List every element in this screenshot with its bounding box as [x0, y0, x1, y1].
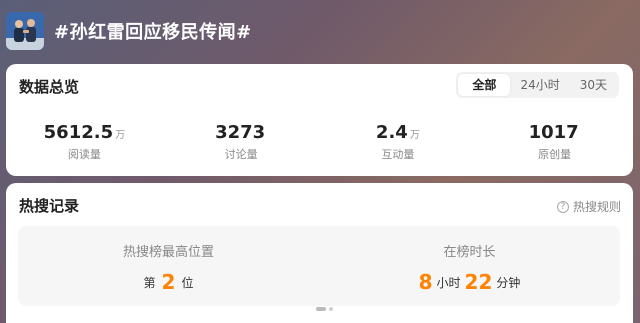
duration-hours: 8 [418, 270, 433, 294]
stat-interactions: 2.4 万 互动量 [320, 122, 477, 162]
hot-search-record-box: 热搜榜最高位置 第2位 在榜时长 8 小时 22 分钟 [18, 226, 620, 306]
stat-value: 1017 [476, 122, 633, 143]
stat-unit: 万 [115, 130, 126, 141]
data-overview-card: 数据总览 全部 24小时 30天 5612.5 万 阅读量 3273 讨论量 2.… [6, 64, 633, 176]
peak-position-label: 热搜榜最高位置 [122, 245, 214, 260]
overview-title: 数据总览 [19, 78, 80, 96]
pager-dot[interactable] [329, 307, 333, 311]
topic-header: #孙红雷回应移民传闻# [0, 0, 640, 64]
stat-originals: 1017 原创量 [476, 122, 633, 162]
duration-minutes: 22 [464, 270, 493, 294]
duration-on-list: 在榜时长 8 小时 22 分钟 [319, 226, 620, 306]
stat-value: 3273 [163, 122, 320, 143]
peak-position-value: 第2位 [18, 270, 319, 294]
tab-all[interactable]: 全部 [458, 74, 511, 96]
stats-row: 5612.5 万 阅读量 3273 讨论量 2.4 万 互动量 1017 原创量 [6, 122, 633, 162]
hot-search-card: 热搜记录 ? 热搜规则 热搜榜最高位置 第2位 在榜时长 8 小时 22 分钟 [6, 183, 633, 323]
stat-label: 原创量 [538, 148, 572, 161]
carousel-pager [316, 307, 333, 311]
time-range-tabs: 全部 24小时 30天 [456, 72, 619, 98]
pager-dot-active[interactable] [316, 307, 326, 311]
stat-number: 3273 [215, 122, 266, 143]
peak-prefix: 第 [143, 276, 156, 290]
stat-number: 1017 [528, 122, 579, 143]
hot-search-title: 热搜记录 [19, 197, 80, 215]
duration-label: 在榜时长 [443, 245, 496, 260]
peak-position: 热搜榜最高位置 第2位 [18, 226, 319, 306]
peak-rank: 2 [161, 270, 176, 294]
stat-value: 5612.5 万 [6, 122, 163, 143]
hours-unit: 小时 [436, 276, 461, 290]
minutes-unit: 分钟 [496, 276, 521, 290]
stat-number: 5612.5 [43, 122, 114, 143]
topic-thumbnail[interactable] [6, 12, 44, 50]
stat-label: 讨论量 [224, 148, 258, 161]
topic-photo-icon [6, 12, 44, 50]
stat-reads: 5612.5 万 阅读量 [6, 122, 163, 162]
stat-number: 2.4 [375, 122, 408, 143]
topic-title: #孙红雷回应移民传闻# [54, 22, 252, 43]
stat-unit: 万 [409, 130, 420, 141]
duration-value: 8 小时 22 分钟 [319, 270, 620, 294]
tab-24h[interactable]: 24小时 [510, 74, 569, 96]
stat-label: 阅读量 [67, 148, 101, 161]
question-circle-icon: ? [556, 200, 569, 213]
tab-30d[interactable]: 30天 [570, 74, 617, 96]
hot-search-rules-link[interactable]: ? 热搜规则 [556, 198, 621, 215]
peak-suffix: 位 [181, 276, 194, 290]
rules-label: 热搜规则 [572, 200, 621, 214]
stat-value: 2.4 万 [320, 122, 477, 143]
stat-discussions: 3273 讨论量 [163, 122, 320, 162]
stat-label: 互动量 [381, 148, 415, 161]
